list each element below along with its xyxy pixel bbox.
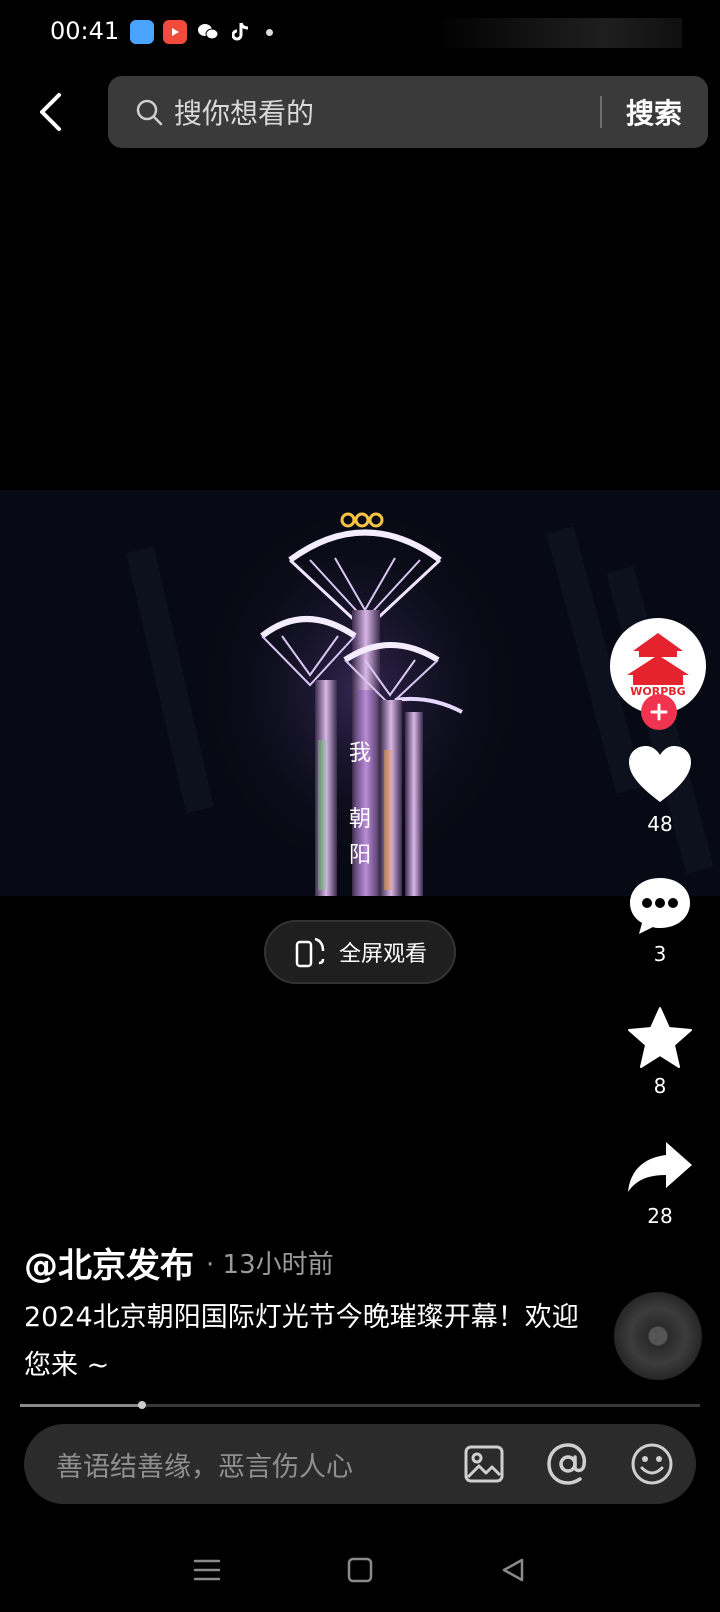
- search-input[interactable]: 搜你想看的: [174, 92, 600, 132]
- favorite-count: 8: [653, 1074, 667, 1098]
- back-nav-button[interactable]: [493, 1550, 533, 1590]
- tiktok-icon: [229, 20, 253, 44]
- favorite-action[interactable]: 8: [600, 1002, 720, 1098]
- mention-icon[interactable]: [544, 1440, 592, 1488]
- comment-bar[interactable]: 善语结善缘，恶言伤人心: [24, 1424, 696, 1504]
- image-icon[interactable]: [460, 1440, 508, 1488]
- share-count: 28: [647, 1204, 673, 1228]
- tower-char-2: 朝: [349, 807, 371, 832]
- status-app-icons: [130, 20, 273, 44]
- comment-bubble-icon: [630, 878, 690, 934]
- progress-fill: [20, 1404, 143, 1407]
- star-icon: [628, 1007, 692, 1068]
- status-indicators: [432, 18, 682, 48]
- search-icon: [134, 97, 164, 127]
- menu-nav-button[interactable]: [187, 1550, 227, 1590]
- post-caption: 2024北京朝阳国际灯光节今晚璀璨开幕！欢迎您来 ~: [24, 1302, 579, 1381]
- comment-input[interactable]: 善语结善缘，恶言伤人心: [56, 1445, 460, 1484]
- post-time: · 13小时前: [206, 1250, 334, 1280]
- music-disc-icon[interactable]: [614, 1292, 702, 1380]
- like-count: 48: [647, 812, 673, 836]
- fullscreen-label: 全屏观看: [338, 942, 427, 967]
- author-name[interactable]: @北京发布: [24, 1238, 194, 1287]
- tower-char-1: 我: [349, 741, 371, 766]
- video-app-icon: [163, 20, 187, 44]
- home-nav-button[interactable]: [340, 1550, 380, 1590]
- plus-icon: [650, 703, 668, 721]
- chevron-left-icon: [40, 93, 61, 131]
- progress-knob[interactable]: [138, 1401, 147, 1409]
- heart-icon: [629, 746, 691, 802]
- menu-icon: [193, 1559, 220, 1581]
- rotate-screen-icon: [295, 937, 325, 968]
- share-arrow-icon: [628, 1142, 692, 1192]
- search-button[interactable]: 搜索: [626, 92, 682, 132]
- status-time: 00:41: [50, 17, 120, 45]
- video-progress-bar[interactable]: [20, 1401, 700, 1409]
- blue-app-icon: [130, 20, 154, 44]
- system-nav-bar: [0, 1540, 720, 1600]
- triangle-back-icon: [503, 1558, 524, 1582]
- square-home-icon: [347, 1557, 373, 1583]
- emoji-icon[interactable]: [628, 1440, 676, 1488]
- comment-count: 3: [653, 942, 667, 966]
- like-action[interactable]: 48: [600, 740, 720, 836]
- search-divider: [599, 96, 602, 128]
- wechat-icon: [196, 20, 220, 44]
- video-screen: 00:41 搜你想看的 搜索 我 朝 阳 全屏观看 WORPBG 48 3 8 …: [0, 0, 720, 1612]
- search-bar[interactable]: 搜你想看的 搜索: [108, 76, 708, 148]
- follow-button[interactable]: [641, 694, 677, 730]
- fullscreen-button[interactable]: 全屏观看: [264, 920, 456, 984]
- tower-char-3: 阳: [349, 843, 371, 868]
- share-action[interactable]: 28: [600, 1132, 720, 1228]
- back-button[interactable]: [30, 86, 70, 138]
- comment-action[interactable]: 3: [600, 870, 720, 966]
- more-notifications-dot: [266, 28, 273, 36]
- status-bar: 00:41: [0, 0, 720, 64]
